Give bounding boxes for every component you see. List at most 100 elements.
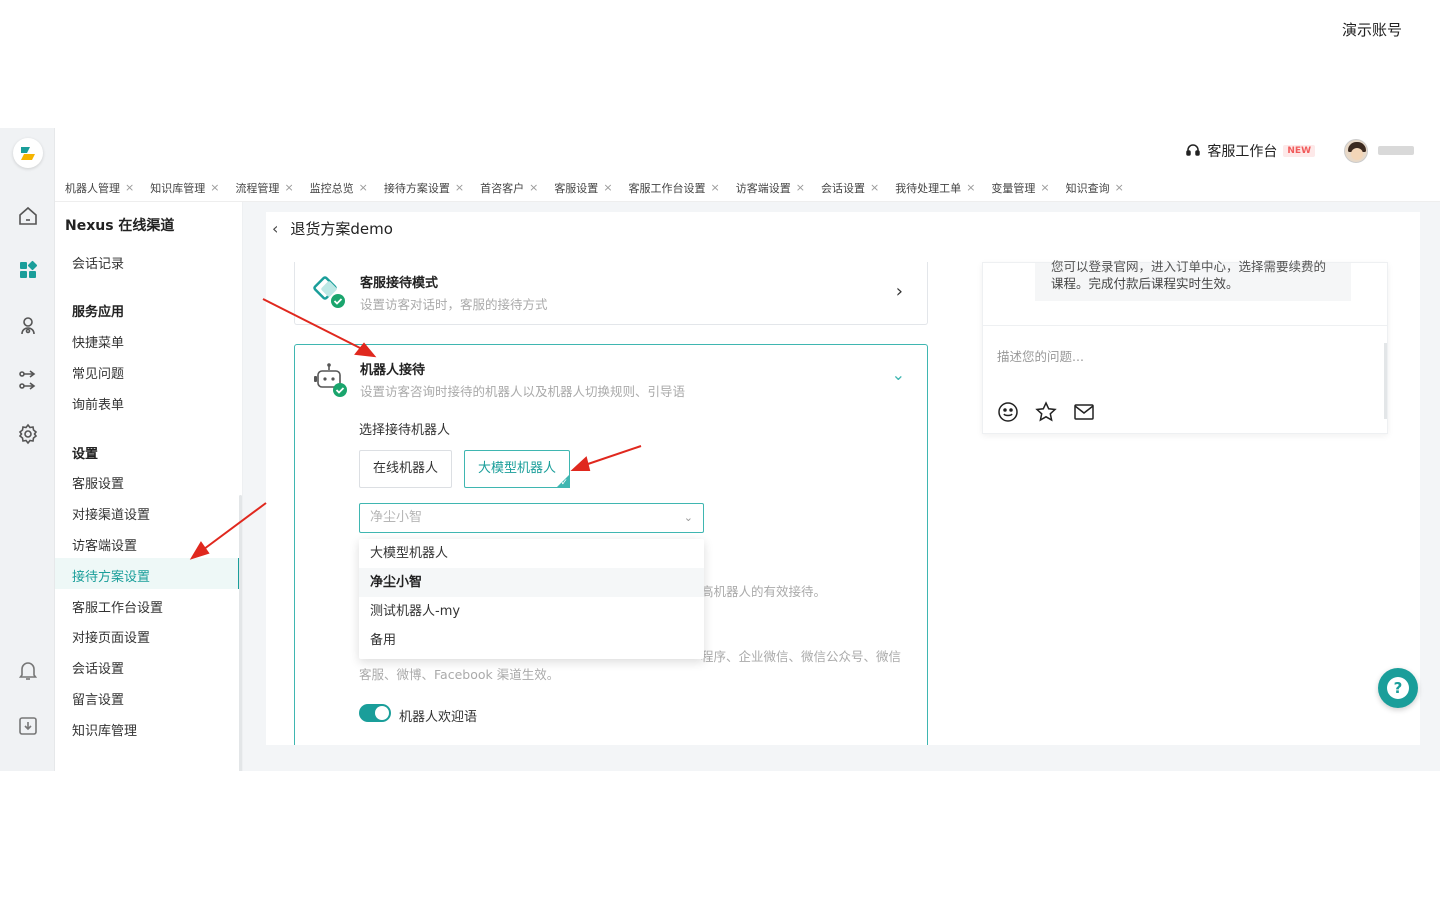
close-icon[interactable]: × [966, 181, 975, 194]
nav-group-service: 服务应用 [72, 305, 125, 320]
chat-tools [997, 401, 1097, 425]
preview-scrollbar[interactable] [1384, 343, 1387, 419]
dropdown-option[interactable]: 大模型机器人 [359, 539, 704, 568]
tab-label: 监控总览 [309, 181, 354, 195]
avatar[interactable] [1344, 139, 1368, 163]
close-icon[interactable]: × [210, 181, 219, 194]
tab-item[interactable]: 知识库管理 × [150, 180, 219, 196]
tab-label: 变量管理 [991, 181, 1036, 195]
tab-label: 客服工作台设置 [628, 181, 706, 195]
online-robot-option[interactable]: 在线机器人 [359, 450, 453, 488]
nav-item-page-settings[interactable]: 对接页面设置 [72, 627, 150, 646]
tab-label: 首咨客户 [480, 181, 525, 195]
close-icon[interactable]: × [284, 181, 293, 194]
robot-reception-title: 机器人接待 [360, 363, 426, 378]
nav-scrollbar[interactable] [239, 495, 242, 771]
close-icon[interactable]: × [796, 181, 805, 194]
tab-item[interactable]: 访客端设置 × [736, 180, 805, 196]
help-button[interactable]: ? [1378, 668, 1418, 708]
tab-item[interactable]: 知识查询 × [1066, 180, 1124, 196]
tab-item[interactable]: 客服工作台设置 × [629, 180, 720, 196]
tab-label: 机器人管理 [65, 181, 120, 195]
tab-item[interactable]: 首咨客户 × [480, 180, 538, 196]
close-icon[interactable]: × [455, 181, 464, 194]
tab-label: 知识查询 [1065, 181, 1110, 195]
nav-item-channel-settings[interactable]: 对接渠道设置 [72, 504, 150, 523]
nav-item-faq[interactable]: 常见问题 [72, 363, 124, 382]
chat-input-placeholder[interactable]: 描述您的问题... [997, 346, 1084, 365]
bell-icon[interactable] [16, 658, 40, 682]
close-icon[interactable]: × [1040, 181, 1049, 194]
star-icon[interactable] [1035, 401, 1059, 425]
emoji-icon[interactable] [997, 401, 1021, 425]
download-icon[interactable] [16, 714, 40, 738]
nav-item-session-record[interactable]: 会话记录 [72, 253, 124, 272]
home-icon[interactable] [16, 204, 40, 228]
nav-item-workspace-settings[interactable]: 客服工作台设置 [72, 597, 163, 616]
close-icon[interactable]: × [711, 181, 720, 194]
chat-preview: 您可以登录官网，进入订单中心，选择需要续费的 课程。完成付款后课程实时生效。 描… [982, 259, 1388, 434]
close-icon[interactable]: × [359, 181, 368, 194]
close-icon[interactable]: × [870, 181, 879, 194]
chevron-right-icon[interactable]: › [896, 281, 903, 302]
tab-label: 接待方案设置 [383, 181, 450, 195]
tab-item[interactable]: 变量管理 × [991, 180, 1049, 196]
nav-item-agent-settings[interactable]: 客服设置 [72, 473, 124, 492]
robot-dropdown-menu: 大模型机器人 净尘小智 测试机器人-my 备用 [359, 539, 704, 659]
close-icon[interactable]: × [1115, 181, 1124, 194]
user-agent-icon[interactable] [16, 314, 40, 338]
close-icon[interactable]: × [529, 181, 538, 194]
tab-item[interactable]: 接待方案设置 × [384, 180, 464, 196]
demo-account-label: 演示账号 [1342, 21, 1403, 39]
username-redacted[interactable] [1378, 146, 1414, 155]
tab-label: 我待处理工单 [895, 181, 962, 195]
nav-item-knowledge-base[interactable]: 知识库管理 [72, 720, 137, 739]
settings-gear-icon[interactable] [16, 422, 40, 446]
agent-mode-card[interactable]: 客服接待模式 设置访客对话时，客服的接待方式 › [294, 262, 928, 325]
tab-item[interactable]: 流程管理 × [235, 180, 293, 196]
dropdown-option-selected[interactable]: 净尘小智 [359, 568, 704, 597]
mail-icon[interactable] [1073, 401, 1097, 425]
chat-bubble: 您可以登录官网，进入订单中心，选择需要续费的 课程。完成付款后课程实时生效。 [1035, 259, 1351, 301]
tab-item[interactable]: 机器人管理 × [65, 180, 134, 196]
workspace-link[interactable]: 客服工作台 NEW [1185, 141, 1315, 161]
robot-select[interactable]: 净尘小智 ⌄ [359, 503, 704, 533]
nav-item-pre-form[interactable]: 询前表单 [72, 394, 124, 413]
apps-grid-icon[interactable] [16, 258, 40, 282]
welcome-toggle[interactable] [359, 704, 391, 722]
page-title: 退货方案demo [290, 220, 393, 238]
tab-item[interactable]: 客服设置 × [554, 180, 612, 196]
tab-item[interactable]: 我待处理工单 × [895, 180, 975, 196]
tab-bar: 机器人管理 × 知识库管理 × 流程管理 × 监控总览 × 接待方案设置 × 首咨客户 × 客服设置 × 客… [55, 174, 1440, 202]
obscured-text-2: 程序、企业微信、微信公众号、微信 [701, 649, 902, 664]
back-header[interactable]: ‹ 退货方案demo [272, 218, 393, 239]
nav-item-message-settings[interactable]: 留言设置 [72, 689, 124, 708]
robot-select-value: 净尘小智 [370, 510, 423, 525]
workspace-label: 客服工作台 [1207, 144, 1278, 160]
dropdown-option[interactable]: 测试机器人-my [359, 597, 704, 626]
question-icon: ? [1387, 677, 1409, 699]
icon-rail [0, 128, 55, 771]
dropdown-option[interactable]: 备用 [359, 626, 704, 655]
close-icon[interactable]: × [125, 181, 134, 194]
chevron-down-icon[interactable]: ⌄ [892, 365, 905, 384]
robot-reception-card: 机器人接待 设置访客咨询时接待的机器人以及机器人切换规则、引导语 ⌄ 选择接待机… [294, 344, 928, 745]
nav-item-quick-menu[interactable]: 快捷菜单 [72, 332, 124, 351]
select-caret-icon: ⌄ [683, 511, 693, 524]
channel-title: Nexus 在线渠道 [65, 218, 175, 234]
tab-item[interactable]: 监控总览 × [310, 180, 368, 196]
back-icon[interactable]: ‹ [272, 219, 278, 238]
tab-item[interactable]: 会话设置 × [821, 180, 879, 196]
close-icon[interactable]: × [603, 181, 612, 194]
nav-item-visitor-settings[interactable]: 访客端设置 [72, 535, 137, 554]
obscured-text-1: 高机器人的有效接待。 [701, 584, 827, 599]
tab-label: 流程管理 [235, 181, 280, 195]
flow-icon[interactable] [16, 368, 40, 392]
nav-group-settings: 设置 [72, 447, 99, 462]
app-logo[interactable] [13, 138, 43, 168]
llm-robot-option[interactable]: 大模型机器人 ✓ [464, 450, 571, 488]
nav-item-reception-plan[interactable]: 接待方案设置 [72, 566, 150, 585]
nav-item-session-settings[interactable]: 会话设置 [72, 658, 124, 677]
new-badge: NEW [1283, 145, 1315, 157]
check-icon: ✓ [560, 478, 569, 488]
